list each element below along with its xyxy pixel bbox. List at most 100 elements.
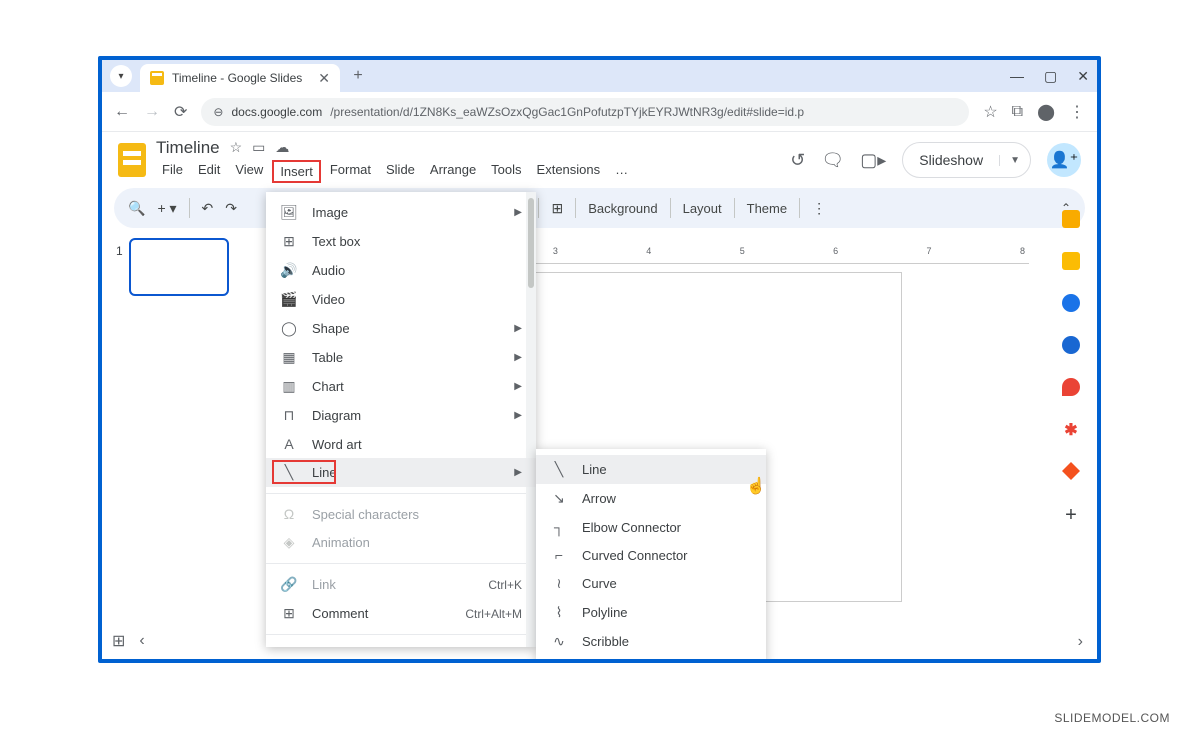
new-tab-button[interactable]: + <box>346 64 370 88</box>
menu-file[interactable]: File <box>156 160 189 183</box>
menu-item-diagram[interactable]: ⊓Diagram▶ <box>266 401 536 430</box>
menu-item-line[interactable]: ╲Line▶ <box>266 458 536 487</box>
browser-tab[interactable]: Timeline - Google Slides ✕ <box>140 64 340 92</box>
menu-item-animation: ◈Animation <box>266 528 536 557</box>
history-icon[interactable]: ↺ <box>790 150 805 171</box>
minimize-button[interactable]: — <box>1010 68 1024 85</box>
menu-arrange[interactable]: Arrange <box>424 160 482 183</box>
menu-slide[interactable]: Slide <box>380 160 421 183</box>
submenu-item-line[interactable]: ╲Line <box>536 455 766 484</box>
close-tab-icon[interactable]: ✕ <box>318 70 330 87</box>
elbow-icon: ┐ <box>550 519 568 535</box>
add-addon-button[interactable]: + <box>1065 504 1077 527</box>
slides-favicon <box>150 71 164 85</box>
submenu-item-scribble[interactable]: ∿Scribble <box>536 627 766 656</box>
menu-item-table[interactable]: ▦Table▶ <box>266 343 536 372</box>
url-bar[interactable]: ⊖ docs.google.com/presentation/d/1ZN8Ks_… <box>201 98 969 126</box>
keyboard-shortcut: Ctrl+K <box>488 578 522 592</box>
maximize-button[interactable]: ▢ <box>1044 68 1057 85</box>
menu-more[interactable]: … <box>609 160 634 183</box>
submenu-item-polyline[interactable]: ⌇Polyline <box>536 598 766 627</box>
slideshow-dropdown[interactable]: ▼ <box>999 155 1030 166</box>
slides-logo[interactable] <box>118 143 146 177</box>
cloud-status-icon[interactable]: ☁ <box>275 139 289 156</box>
menu-item-shape[interactable]: ◯Shape▶ <box>266 314 536 343</box>
menu-item-video[interactable]: 🎬Video <box>266 285 536 314</box>
chart-icon: ▥ <box>280 378 298 395</box>
expand-sidepanel-icon[interactable]: › <box>1078 633 1083 651</box>
undo-button[interactable]: ↶ <box>202 200 214 217</box>
line-icon: ╲ <box>280 464 298 481</box>
menu-separator <box>266 634 536 635</box>
line-icon: ╲ <box>550 461 568 478</box>
layout-button[interactable]: Layout <box>683 201 722 216</box>
prev-slide-icon[interactable]: ‹ <box>139 632 144 650</box>
grid-view-icon[interactable]: ⊞ <box>112 631 125 651</box>
menu-item-special-chars: ΩSpecial characters <box>266 500 536 528</box>
audio-icon: 🔊 <box>280 262 298 279</box>
background-button[interactable]: Background <box>588 201 657 216</box>
keep-app-icon[interactable] <box>1062 252 1080 270</box>
bookmark-icon[interactable]: ☆ <box>983 102 997 122</box>
contacts-app-icon[interactable] <box>1062 336 1080 354</box>
slideshow-button[interactable]: Slideshow ▼ <box>902 142 1031 178</box>
search-tool-icon[interactable]: 🔍 <box>128 200 145 217</box>
submenu-arrow-icon: ▶ <box>514 323 522 334</box>
tab-search-button[interactable]: ▾ <box>110 65 132 87</box>
comments-icon[interactable]: 🗨 <box>821 150 844 171</box>
star-icon[interactable]: ☆ <box>230 139 243 156</box>
line-submenu: ╲Line ↘Arrow ┐Elbow Connector ⌐Curved Co… <box>536 449 766 662</box>
close-window-button[interactable]: ✕ <box>1077 68 1089 85</box>
menu-view[interactable]: View <box>229 160 269 183</box>
more-tools-icon[interactable]: ⋮ <box>812 200 826 217</box>
profile-icon[interactable]: ⬤ <box>1037 102 1055 122</box>
present-icon[interactable]: ▢▸ <box>860 150 886 171</box>
toolbar-separator <box>538 198 539 218</box>
doc-title[interactable]: Timeline <box>156 138 220 158</box>
submenu-item-curve[interactable]: ≀Curve <box>536 569 766 598</box>
submenu-item-arrow[interactable]: ↘Arrow <box>536 484 766 513</box>
toolbar: 🔍 + ▾ ↶ ↷ ╲▾ ⊞ Background Layout Theme ⋮… <box>114 188 1085 228</box>
menu-tools[interactable]: Tools <box>485 160 527 183</box>
submenu-item-curved[interactable]: ⌐Curved Connector <box>536 541 766 569</box>
submenu-item-elbow[interactable]: ┐Elbow Connector <box>536 513 766 541</box>
redo-button[interactable]: ↷ <box>225 200 237 217</box>
url-domain: docs.google.com <box>231 105 322 119</box>
forward-button[interactable]: → <box>144 103 160 121</box>
back-button[interactable]: ← <box>114 103 130 121</box>
menu-item-textbox[interactable]: ⊞Text box <box>266 227 536 256</box>
menu-extensions[interactable]: Extensions <box>531 160 607 183</box>
addon-icon-1[interactable]: ✱ <box>1062 420 1080 438</box>
addon-icon-2[interactable] <box>1062 462 1080 480</box>
menu-item-image[interactable]: 🖼Image▶ <box>266 198 536 227</box>
browser-menu-icon[interactable]: ⋮ <box>1069 102 1085 122</box>
new-slide-button[interactable]: + ▾ <box>157 200 176 217</box>
slide-thumbnail[interactable] <box>129 238 229 296</box>
wordart-icon: A <box>280 436 298 452</box>
submenu-arrow-icon: ▶ <box>514 207 522 218</box>
share-button[interactable]: 👤⁺ <box>1047 143 1081 177</box>
menu-item-wordart[interactable]: AWord art <box>266 430 536 458</box>
calendar-app-icon[interactable] <box>1062 210 1080 228</box>
move-icon[interactable]: ▭ <box>252 139 265 156</box>
menu-bar: File Edit View Insert Format Slide Arran… <box>156 160 634 183</box>
menu-edit[interactable]: Edit <box>192 160 226 183</box>
thumbnail-panel: 1 <box>102 228 262 659</box>
reload-button[interactable]: ⟳ <box>174 102 187 122</box>
comment-tool-icon[interactable]: ⊞ <box>551 200 563 217</box>
arrow-icon: ↘ <box>550 490 568 507</box>
toolbar-separator <box>670 198 671 218</box>
maps-app-icon[interactable] <box>1062 378 1080 396</box>
site-info-icon[interactable]: ⊖ <box>213 105 223 119</box>
menu-item-comment[interactable]: ⊞CommentCtrl+Alt+M <box>266 599 536 628</box>
submenu-arrow-icon: ▶ <box>514 381 522 392</box>
theme-button[interactable]: Theme <box>747 201 787 216</box>
toolbar-separator <box>189 198 190 218</box>
menu-insert[interactable]: Insert <box>272 160 321 183</box>
menu-item-chart[interactable]: ▥Chart▶ <box>266 372 536 401</box>
extensions-icon[interactable]: ⧉ <box>1012 103 1023 121</box>
menu-item-audio[interactable]: 🔊Audio <box>266 256 536 285</box>
link-icon: 🔗 <box>280 576 298 593</box>
menu-format[interactable]: Format <box>324 160 377 183</box>
tasks-app-icon[interactable] <box>1062 294 1080 312</box>
